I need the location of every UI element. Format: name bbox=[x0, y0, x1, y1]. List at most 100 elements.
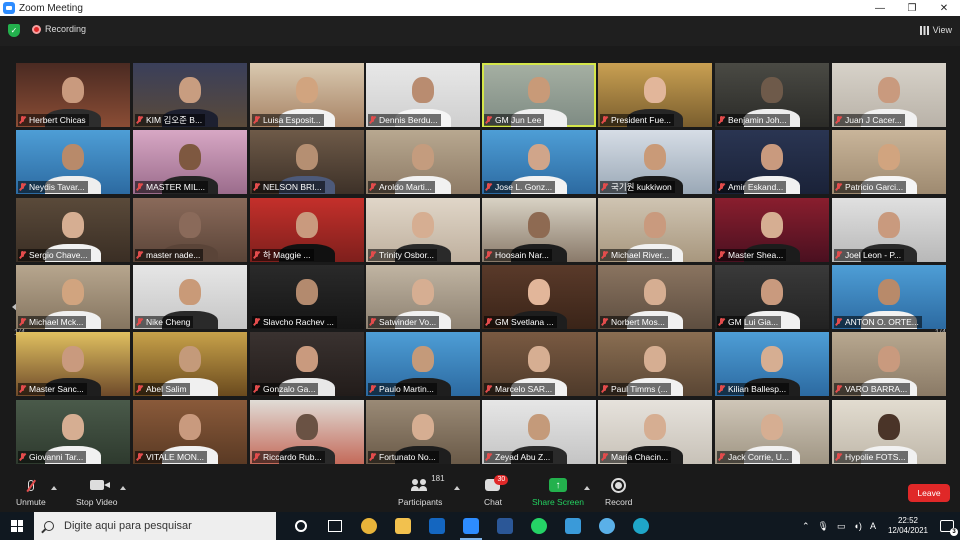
participant-video-tile[interactable]: Zeyad Abu Z... bbox=[482, 400, 596, 464]
participant-video-tile[interactable]: Jack Corrie, U... bbox=[715, 400, 829, 464]
participant-video-tile[interactable]: Kilian Ballesp... bbox=[715, 332, 829, 396]
participant-video-tile[interactable]: Hypolie FOTS... bbox=[832, 400, 946, 464]
participant-video-tile[interactable]: KIM 김오준 B... bbox=[133, 63, 247, 127]
participant-video-tile[interactable]: Michael Mck... bbox=[16, 265, 130, 329]
participant-video-tile[interactable]: Neydis Tavar... bbox=[16, 130, 130, 194]
taskbar-clock[interactable]: 22:52 12/04/2021 bbox=[888, 516, 928, 536]
input-language[interactable]: A bbox=[870, 521, 876, 531]
participant-video-tile[interactable]: GM Svetlana ... bbox=[482, 265, 596, 329]
whatsapp-taskbar-button[interactable] bbox=[522, 512, 556, 540]
participant-video-tile[interactable]: Sergio Chave... bbox=[16, 198, 130, 262]
muted-mic-icon bbox=[835, 116, 842, 124]
participant-video-tile[interactable]: Giovanni Tar... bbox=[16, 400, 130, 464]
participant-video-tile[interactable]: NELSON BRI... bbox=[250, 130, 364, 194]
participant-video-tile[interactable]: Michael River... bbox=[598, 198, 712, 262]
stop-video-button[interactable]: Stop Video bbox=[76, 476, 117, 507]
participant-video-tile[interactable]: VARO BARRA... bbox=[832, 332, 946, 396]
show-hidden-icons-chevron-icon[interactable]: ⌃ bbox=[802, 521, 810, 532]
participant-video-tile[interactable]: GM Jun Lee bbox=[482, 63, 596, 127]
misc-app-taskbar-button[interactable] bbox=[590, 512, 624, 540]
participant-name-label: GM Jun Lee bbox=[484, 114, 545, 126]
participant-video-tile[interactable]: Nike Cheng bbox=[133, 265, 247, 329]
participant-video-tile[interactable]: 국기원 kukkiwon bbox=[598, 130, 712, 194]
taskbar-search-box[interactable]: Digite aqui para pesquisar bbox=[34, 512, 276, 540]
unmute-button[interactable]: Unmute bbox=[16, 476, 46, 507]
muted-mic-icon bbox=[485, 385, 492, 393]
participant-video-tile[interactable]: master nade... bbox=[133, 198, 247, 262]
security-shield-icon[interactable]: ✓ bbox=[8, 24, 20, 37]
view-button[interactable]: View bbox=[919, 25, 952, 35]
participant-video-tile[interactable]: Maria Chacin... bbox=[598, 400, 712, 464]
muted-mic-icon bbox=[601, 385, 608, 393]
microphone-tray-icon[interactable]: 🎙 bbox=[818, 521, 829, 532]
participant-head bbox=[878, 414, 900, 441]
share-screen-button[interactable]: ↑ Share Screen bbox=[532, 476, 584, 507]
edge-taskbar-button[interactable] bbox=[624, 512, 658, 540]
participant-video-tile[interactable]: Dennis Berdu... bbox=[366, 63, 480, 127]
share-options-caret-icon[interactable] bbox=[584, 486, 590, 490]
participant-video-tile[interactable]: MASTER MIL... bbox=[133, 130, 247, 194]
participant-video-tile[interactable]: Aroldo Marti... bbox=[366, 130, 480, 194]
maximize-button[interactable]: ❐ bbox=[896, 0, 928, 16]
participant-name-label: master nade... bbox=[135, 249, 204, 261]
participant-video-tile[interactable]: Fortunato No... bbox=[366, 400, 480, 464]
record-button[interactable]: Record bbox=[605, 476, 632, 507]
participant-video-tile[interactable]: Trinity Osbor... bbox=[366, 198, 480, 262]
participant-video-tile[interactable]: Master Sanc... bbox=[16, 332, 130, 396]
participant-video-tile[interactable]: 하 Maggie ... bbox=[250, 198, 364, 262]
participant-name: NELSON BRI... bbox=[263, 182, 322, 192]
audio-options-caret-icon[interactable] bbox=[51, 486, 57, 490]
chrome-taskbar-button[interactable] bbox=[352, 512, 386, 540]
participant-video-tile[interactable]: Patricio Garci... bbox=[832, 130, 946, 194]
participant-name: Patricio Garci... bbox=[845, 182, 904, 192]
outlook-taskbar-button[interactable] bbox=[420, 512, 454, 540]
video-options-caret-icon[interactable] bbox=[120, 486, 126, 490]
participant-video-tile[interactable]: President Fue... bbox=[598, 63, 712, 127]
zoom-taskbar-button[interactable] bbox=[454, 512, 488, 540]
volume-tray-icon[interactable]: ◖) bbox=[854, 521, 862, 531]
start-button[interactable] bbox=[0, 512, 34, 540]
participant-video-tile[interactable]: Herbert Chicas bbox=[16, 63, 130, 127]
participant-video-tile[interactable]: Riccardo Rub... bbox=[250, 400, 364, 464]
participant-head bbox=[528, 346, 550, 373]
participant-video-tile[interactable]: Norbert Mos... bbox=[598, 265, 712, 329]
participant-video-tile[interactable]: Benjamin Joh... bbox=[715, 63, 829, 127]
participant-video-tile[interactable]: Abel Salim bbox=[133, 332, 247, 396]
participant-video-tile[interactable]: Satwinder Vo... bbox=[366, 265, 480, 329]
participant-video-tile[interactable]: Luisa Esposit... bbox=[250, 63, 364, 127]
cortana-button[interactable] bbox=[284, 512, 318, 540]
participant-name-label: Kilian Ballesp... bbox=[717, 383, 790, 395]
participant-name: Amir Eskand... bbox=[728, 182, 784, 192]
participant-name: Sergio Chave... bbox=[29, 250, 88, 260]
task-view-button[interactable] bbox=[318, 512, 352, 540]
participant-video-tile[interactable]: ANTON O. ORTE... bbox=[832, 265, 946, 329]
participant-video-tile[interactable]: Slavcho Rachev ... bbox=[250, 265, 364, 329]
participant-video-tile[interactable]: Marcelo SAR... bbox=[482, 332, 596, 396]
minimize-button[interactable]: — bbox=[864, 0, 896, 16]
leave-meeting-button[interactable]: Leave bbox=[908, 484, 950, 502]
participant-name: Paul Timms (... bbox=[611, 384, 668, 394]
notification-center-icon[interactable]: 3 bbox=[940, 520, 958, 536]
participant-video-tile[interactable]: Paulo Martin... bbox=[366, 332, 480, 396]
participant-video-tile[interactable]: VITALE MON... bbox=[133, 400, 247, 464]
participant-video-tile[interactable]: Gonzalo Ga... bbox=[250, 332, 364, 396]
windows-logo-icon bbox=[11, 520, 23, 532]
participant-video-tile[interactable]: Juan J Cacer... bbox=[832, 63, 946, 127]
chat-button[interactable]: 30 Chat bbox=[484, 475, 509, 507]
participant-video-tile[interactable]: Paul Timms (... bbox=[598, 332, 712, 396]
participant-video-tile[interactable]: GM Lui Gia... bbox=[715, 265, 829, 329]
participant-video-tile[interactable]: Hoosain Nar... bbox=[482, 198, 596, 262]
participant-video-tile[interactable]: Amir Eskand... bbox=[715, 130, 829, 194]
participant-head bbox=[179, 77, 201, 104]
recording-indicator[interactable]: Recording bbox=[32, 24, 86, 34]
participant-video-tile[interactable]: Jose L. Gonz... bbox=[482, 130, 596, 194]
participant-video-tile[interactable]: Joel Leon - P... bbox=[832, 198, 946, 262]
word-taskbar-button[interactable] bbox=[488, 512, 522, 540]
participants-button[interactable]: 181 Participants bbox=[398, 474, 445, 507]
network-tray-icon[interactable]: ▭ bbox=[837, 521, 846, 532]
participants-options-caret-icon[interactable] bbox=[454, 486, 460, 490]
phone-link-taskbar-button[interactable] bbox=[556, 512, 590, 540]
file-explorer-taskbar-button[interactable] bbox=[386, 512, 420, 540]
close-button[interactable]: ✕ bbox=[928, 0, 960, 16]
participant-video-tile[interactable]: Master Shea... bbox=[715, 198, 829, 262]
